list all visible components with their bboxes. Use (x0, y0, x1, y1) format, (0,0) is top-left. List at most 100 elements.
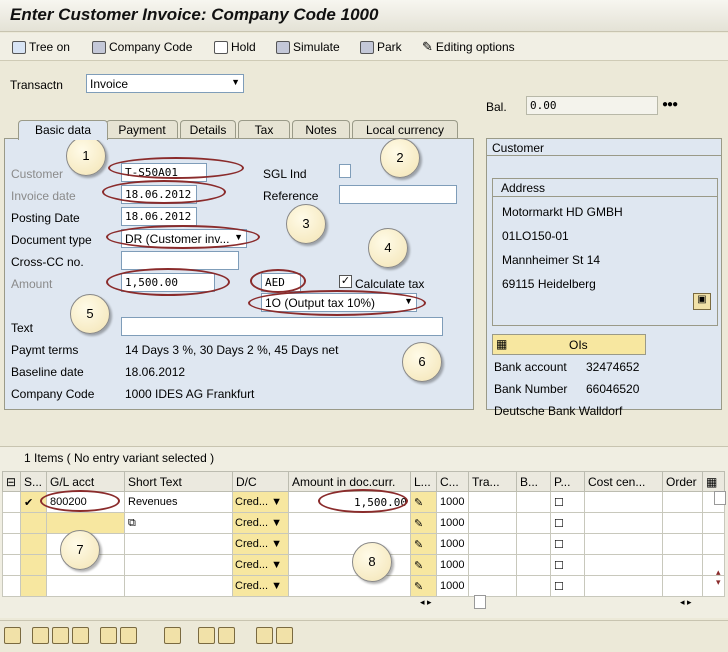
order-cell[interactable] (662, 575, 703, 597)
cost-center-cell[interactable] (584, 533, 663, 555)
p-cell[interactable]: ☐ (550, 554, 585, 576)
short-text-cell[interactable]: Revenues (124, 491, 233, 513)
company-code-cell[interactable]: 1000 (436, 512, 469, 534)
tax-lookup-icon[interactable]: ✎ (410, 491, 437, 513)
editing-options-button[interactable]: ✎ Editing options (422, 38, 515, 56)
tra-cell[interactable] (468, 554, 517, 576)
table-row[interactable]: ⧉ Cred... ▼ ✎ 1000 ☐ (2, 512, 725, 534)
tab-tax[interactable]: Tax (238, 120, 290, 139)
tab-local-currency[interactable]: Local currency (352, 120, 458, 139)
status-cell[interactable] (20, 533, 47, 555)
b-cell[interactable] (516, 533, 551, 555)
company-code-cell[interactable]: 1000 (436, 491, 469, 513)
select-all-icon[interactable]: ⊟ (2, 471, 21, 492)
invoice-date-field[interactable]: 18.06.2012 (121, 185, 197, 204)
col-amount[interactable]: Amount in doc.curr. (288, 471, 411, 492)
cost-center-cell[interactable] (584, 512, 663, 534)
p-cell[interactable]: ☐ (550, 533, 585, 555)
gl-acct-cell[interactable] (46, 575, 125, 597)
amount-cell[interactable] (288, 554, 411, 576)
tab-notes[interactable]: Notes (292, 120, 350, 139)
detail-icon[interactable] (4, 627, 21, 644)
delete-row-icon[interactable] (52, 627, 69, 644)
col-dc[interactable]: D/C (232, 471, 289, 492)
address-detail-icon[interactable]: ▣ (693, 293, 711, 310)
company-code-cell[interactable]: 1000 (436, 575, 469, 597)
col-short-text[interactable]: Short Text (124, 471, 233, 492)
simulate-button[interactable]: Simulate (276, 38, 340, 56)
add-rows-icon[interactable] (120, 627, 137, 644)
calculate-tax-checkbox[interactable]: ✓ (339, 275, 352, 288)
row-selector[interactable] (2, 491, 21, 513)
short-text-cell[interactable] (124, 533, 233, 555)
tab-payment[interactable]: Payment (106, 120, 178, 139)
tra-cell[interactable] (468, 533, 517, 555)
amount-cell[interactable] (288, 512, 411, 534)
company-code-button[interactable]: Company Code (92, 38, 192, 56)
copy-row-icon[interactable] (72, 627, 89, 644)
gl-acct-cell[interactable]: 800200 (46, 491, 125, 513)
horizontal-scrollbar-thumb[interactable] (474, 595, 486, 609)
p-cell[interactable]: ☐ (550, 575, 585, 597)
dc-cell[interactable]: Cred... ▼ (232, 512, 289, 534)
cross-cc-field[interactable] (121, 251, 239, 270)
tra-cell[interactable] (468, 575, 517, 597)
dc-cell[interactable]: Cred... ▼ (232, 575, 289, 597)
document-type-select[interactable]: DR (Customer inv... ▼ (121, 229, 247, 248)
row-selector[interactable] (2, 533, 21, 555)
status-cell[interactable] (20, 575, 47, 597)
b-cell[interactable] (516, 491, 551, 513)
short-text-cell[interactable] (124, 554, 233, 576)
tax-lookup-icon[interactable]: ✎ (410, 575, 437, 597)
b-cell[interactable] (516, 554, 551, 576)
amount-cell[interactable] (288, 575, 411, 597)
col-cost-center[interactable]: Cost cen... (584, 471, 663, 492)
b-cell[interactable] (516, 512, 551, 534)
amount-cell[interactable]: 1,500.00 (288, 491, 411, 513)
p-cell[interactable]: ☐ (550, 491, 585, 513)
scroll-up-down-icon[interactable]: ▴ ▾ (716, 567, 721, 587)
dc-cell[interactable]: Cred... ▼ (232, 533, 289, 555)
vertical-scrollbar-thumb[interactable] (714, 491, 726, 505)
col-gl-acct[interactable]: G/L acct (46, 471, 125, 492)
col-tra[interactable]: Tra... (468, 471, 517, 492)
tax-code-select[interactable]: 1O (Output tax 10%) ▼ (261, 293, 417, 312)
reference-field[interactable] (339, 185, 457, 204)
dc-cell[interactable]: Cred... ▼ (232, 491, 289, 513)
p-cell[interactable]: ☐ (550, 512, 585, 534)
short-text-cell[interactable]: ⧉ (124, 512, 233, 534)
row-selector[interactable] (2, 512, 21, 534)
company-code-cell[interactable]: 1000 (436, 533, 469, 555)
add-row-icon[interactable] (100, 627, 117, 644)
park-button[interactable]: Park (360, 38, 402, 56)
row-selector[interactable] (2, 575, 21, 597)
short-text-cell[interactable] (124, 575, 233, 597)
remove-row-icon[interactable] (164, 627, 181, 644)
cost-center-cell[interactable] (584, 491, 663, 513)
company-code-cell[interactable]: 1000 (436, 554, 469, 576)
tra-cell[interactable] (468, 512, 517, 534)
amount-field[interactable]: 1,500.00 (121, 273, 215, 292)
filter-icon[interactable] (276, 627, 293, 644)
amount-cell[interactable] (288, 533, 411, 555)
text-field[interactable] (121, 317, 443, 336)
table-row[interactable]: ✔ 800200 Revenues Cred... ▼ 1,500.00 ✎ 1… (2, 491, 725, 513)
order-cell[interactable] (662, 533, 703, 555)
scroll-left-right-icon[interactable]: ◂ ▸ (420, 597, 432, 608)
tab-basic-data[interactable]: Basic data (18, 120, 108, 140)
order-cell[interactable] (662, 491, 703, 513)
dc-cell[interactable]: Cred... ▼ (232, 554, 289, 576)
tra-cell[interactable] (468, 491, 517, 513)
tax-lookup-icon[interactable]: ✎ (410, 512, 437, 534)
sgl-ind-field[interactable] (339, 164, 351, 178)
status-cell[interactable] (20, 554, 47, 576)
hold-button[interactable]: Hold (214, 38, 256, 56)
copy-icon[interactable]: ⧉ (128, 517, 136, 529)
order-cell[interactable] (662, 512, 703, 534)
tax-lookup-icon[interactable]: ✎ (410, 554, 437, 576)
transaction-select[interactable]: Invoice ▼ (86, 74, 244, 93)
status-cell[interactable] (20, 512, 47, 534)
scroll-left-right-icon[interactable]: ◂ ▸ (680, 597, 692, 608)
print-icon[interactable] (256, 627, 273, 644)
col-l[interactable]: L... (410, 471, 437, 492)
